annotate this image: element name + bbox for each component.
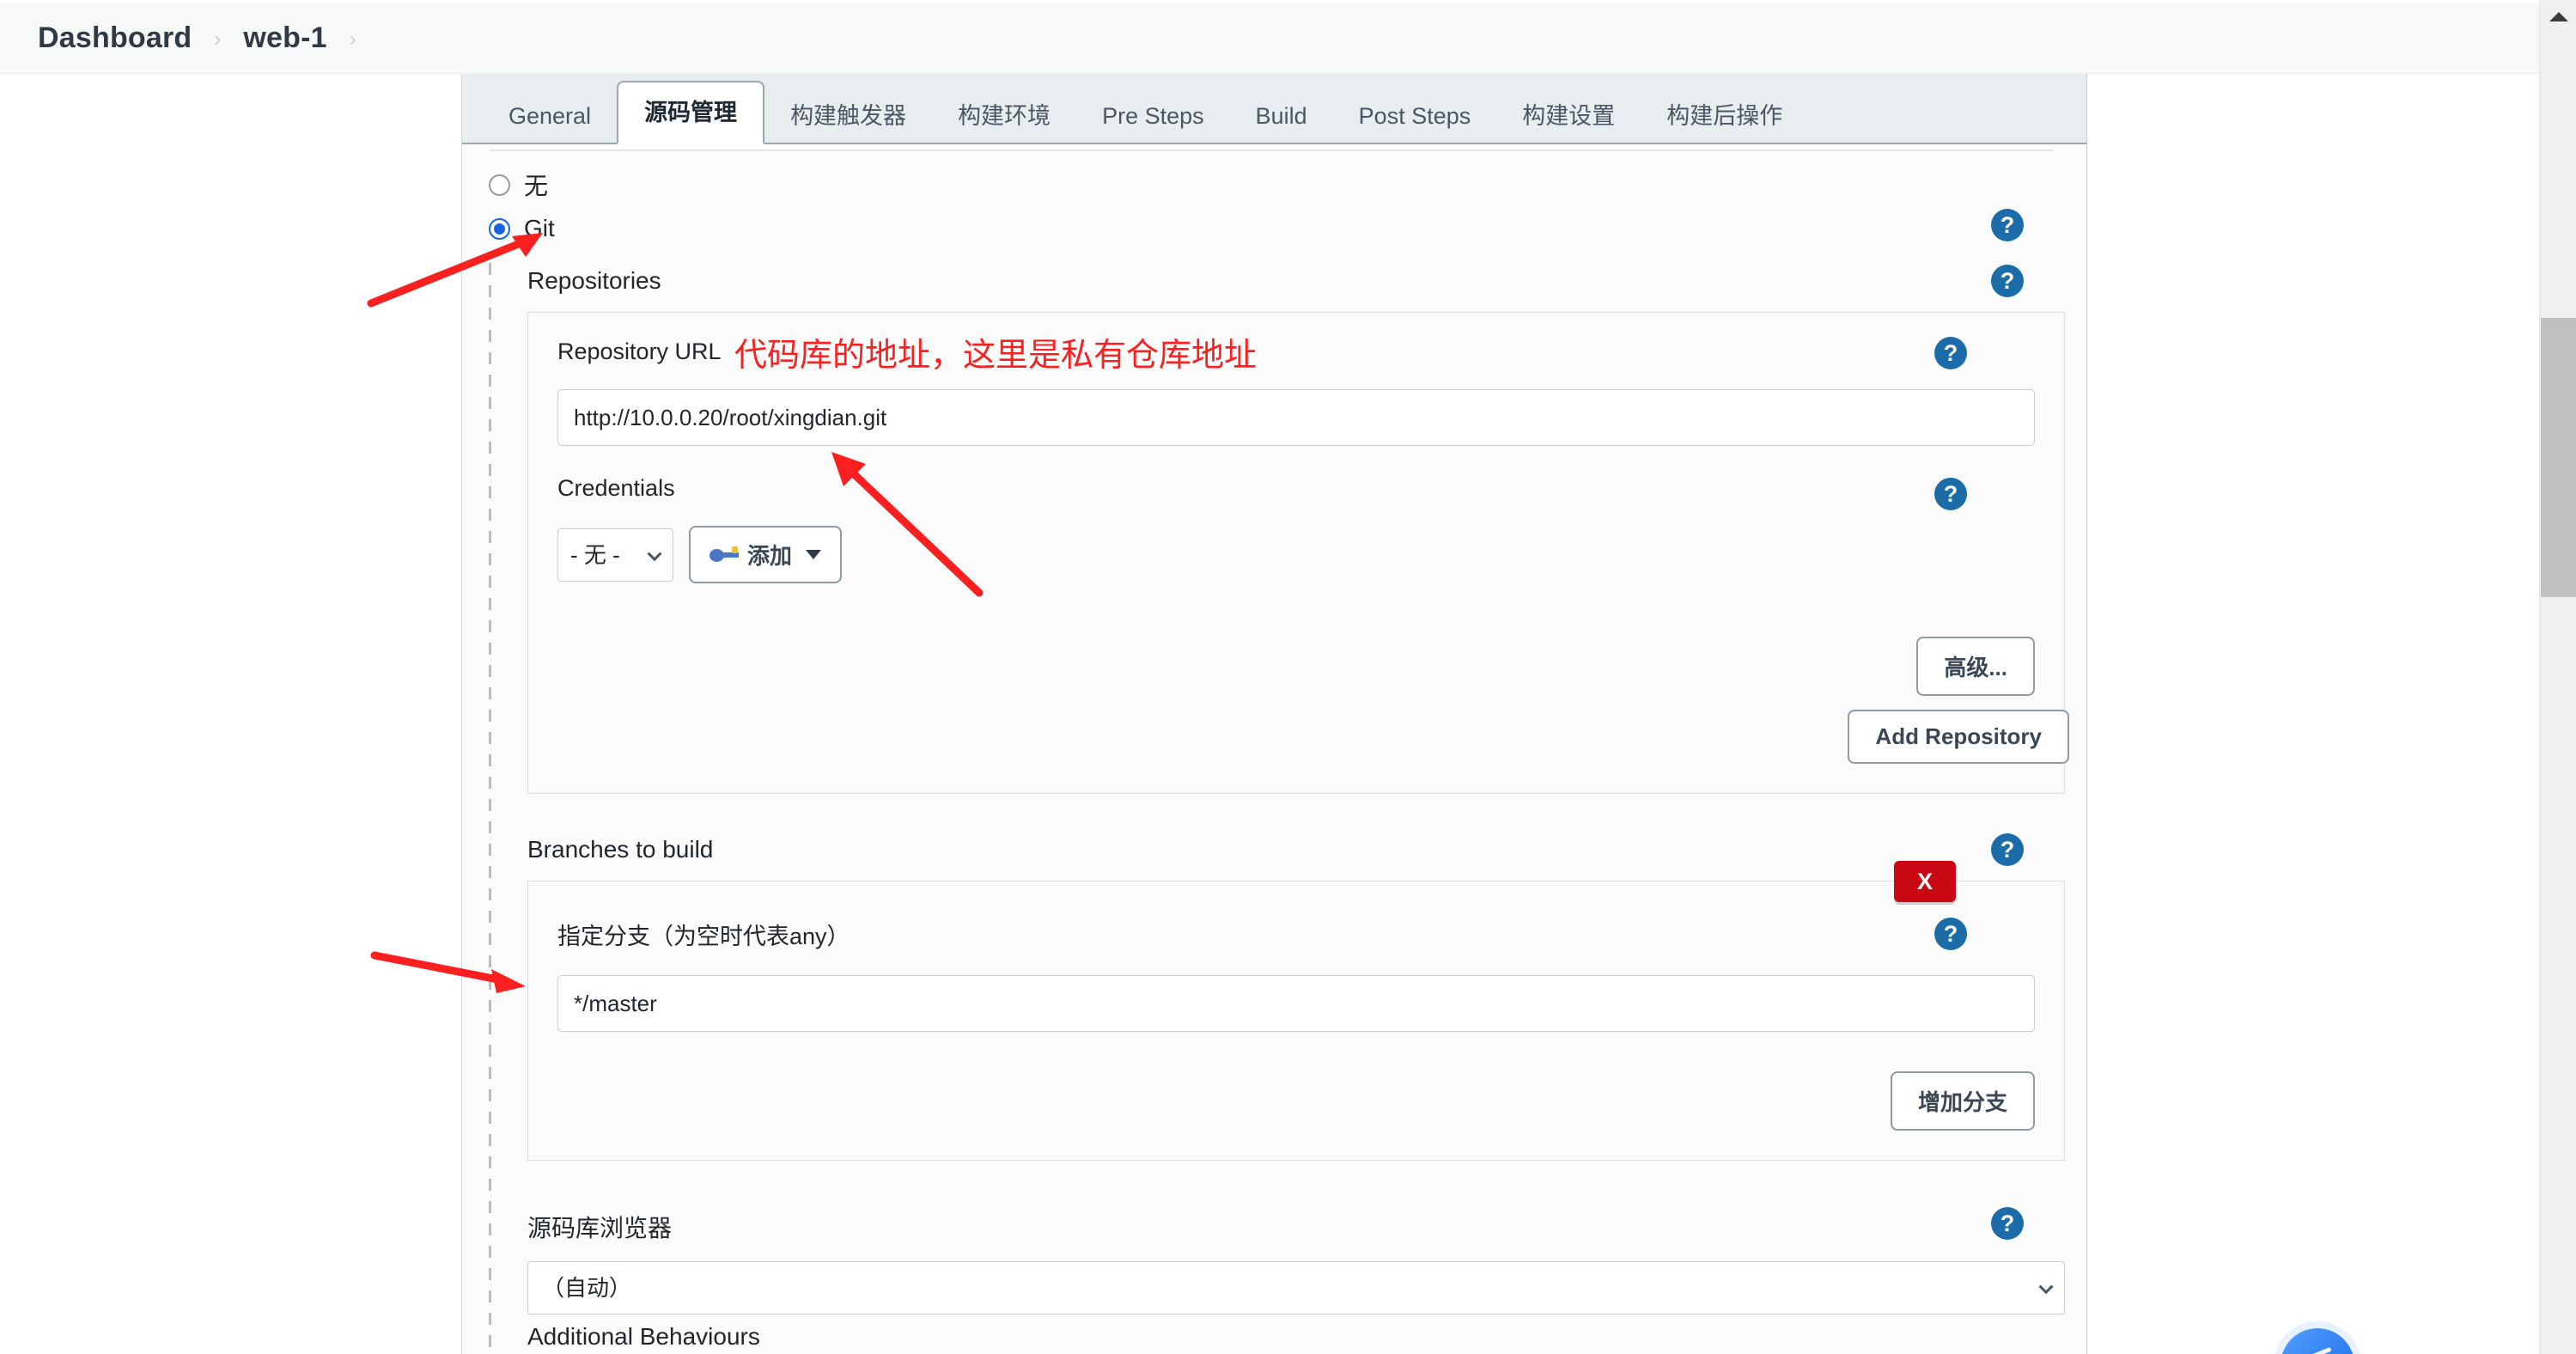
tab-source-code-management[interactable]: 源码管理 [617, 81, 765, 144]
breadcrumb-item-dashboard[interactable]: Dashboard [38, 21, 192, 55]
additional-behaviours-heading: Additional Behaviours [527, 1323, 760, 1350]
advanced-button[interactable]: 高级... [1916, 637, 2035, 696]
branch-specifier-input[interactable] [557, 975, 2035, 1032]
repository-url-input[interactable] [557, 389, 2035, 446]
breadcrumb-item-web-1[interactable]: web-1 [243, 21, 326, 55]
add-repository-button[interactable]: Add Repository [1848, 710, 2069, 764]
breadcrumb-separator-icon: › [214, 27, 222, 51]
tab-general[interactable]: General [483, 89, 617, 143]
config-panel: General 源码管理 构建触发器 构建环境 Pre Steps Build … [461, 74, 2087, 1354]
help-icon-credentials[interactable]: ? [1934, 478, 1967, 510]
credentials-select-wrap[interactable]: - 无 - [557, 528, 673, 582]
config-tabbar: General 源码管理 构建触发器 构建环境 Pre Steps Build … [462, 74, 2086, 144]
delete-branch-button[interactable]: X [1894, 861, 1956, 902]
branch-specifier-label: 指定分支（为空时代表any） [557, 924, 850, 949]
config-form-body: 无 Git ? Repositories ? Repository URL ? … [462, 144, 2086, 1354]
branch-entry-box: X ? 指定分支（为空时代表any） 增加分支 [527, 861, 2065, 1161]
tab-post-steps[interactable]: Post Steps [1333, 89, 1497, 143]
key-icon [709, 546, 739, 564]
repository-browser-heading: 源码库浏览器 [527, 1215, 673, 1241]
repository-url-label: Repository URL [557, 338, 722, 364]
tab-post-build-actions[interactable]: 构建后操作 [1641, 89, 1808, 143]
git-section-guide-line [489, 263, 491, 1354]
help-icon-branches[interactable]: ? [1991, 833, 2024, 866]
radio-none[interactable] [489, 174, 510, 196]
annotation-repo-url-note: 代码库的地址，这里是私有仓库地址 [734, 338, 1258, 374]
branches-heading: Branches to build [527, 836, 714, 863]
help-icon-repository-url[interactable]: ? [1934, 337, 1967, 369]
help-icon-repository-browser[interactable]: ? [1991, 1207, 2024, 1240]
repositories-heading: Repositories [527, 267, 661, 294]
scm-option-none-label: 无 [524, 173, 549, 199]
help-icon-branch-specifier[interactable]: ? [1934, 918, 1967, 950]
add-repository-button-row: Add Repository [557, 710, 2069, 764]
add-branch-button[interactable]: 增加分支 [1890, 1071, 2035, 1131]
repository-entry-box: Repository URL ? Credentials ? - 无 - [527, 312, 2069, 794]
credentials-select[interactable]: - 无 - [557, 528, 673, 582]
scm-option-none[interactable]: 无 [489, 168, 548, 202]
add-credentials-button[interactable]: 添加 [689, 526, 843, 583]
browser-scrollbar[interactable] [2539, 0, 2576, 1354]
scroll-up-arrow-icon[interactable] [2540, 0, 2576, 33]
tab-build[interactable]: Build [1230, 89, 1333, 143]
repository-browser-select-wrap[interactable]: （自动） [527, 1261, 2065, 1314]
help-icon-git[interactable]: ? [1991, 209, 2024, 241]
add-branch-button-row: 增加分支 [557, 1071, 2035, 1131]
repository-browser-section: 源码库浏览器 ? （自动） [527, 1207, 2065, 1314]
breadcrumb-separator-icon-2: › [349, 27, 356, 51]
credentials-row: - 无 - 添加 [557, 526, 2035, 583]
add-credentials-label: 添加 [747, 543, 793, 569]
top-divider [490, 149, 2053, 151]
radio-git[interactable] [489, 217, 510, 240]
jenkins-job-config-page: Dashboard › web-1 › General 源码管理 构建触发器 构… [0, 0, 2576, 1354]
breadcrumb: Dashboard › web-1 › [0, 3, 2539, 74]
scm-option-git[interactable]: Git [489, 215, 555, 242]
advanced-button-row: 高级... [557, 637, 2035, 696]
credentials-label: Credentials [557, 475, 675, 501]
repository-browser-select[interactable]: （自动） [527, 1261, 2065, 1314]
tab-build-triggers[interactable]: 构建触发器 [764, 89, 932, 143]
floating-action-button[interactable] [2281, 1328, 2354, 1354]
scrollbar-thumb[interactable] [2541, 318, 2576, 597]
help-icon-repositories[interactable]: ? [1991, 265, 2024, 297]
branches-section: Branches to build ? X ? 指定分支（为空时代表any） 增… [527, 833, 2065, 1161]
tab-build-settings[interactable]: 构建设置 [1496, 89, 1641, 143]
additional-behaviours-section: Additional Behaviours [527, 1323, 2065, 1354]
tab-build-environment[interactable]: 构建环境 [932, 89, 1076, 143]
caret-down-icon [806, 550, 822, 559]
tab-pre-steps[interactable]: Pre Steps [1076, 89, 1230, 143]
scm-option-git-label: Git [524, 215, 555, 241]
